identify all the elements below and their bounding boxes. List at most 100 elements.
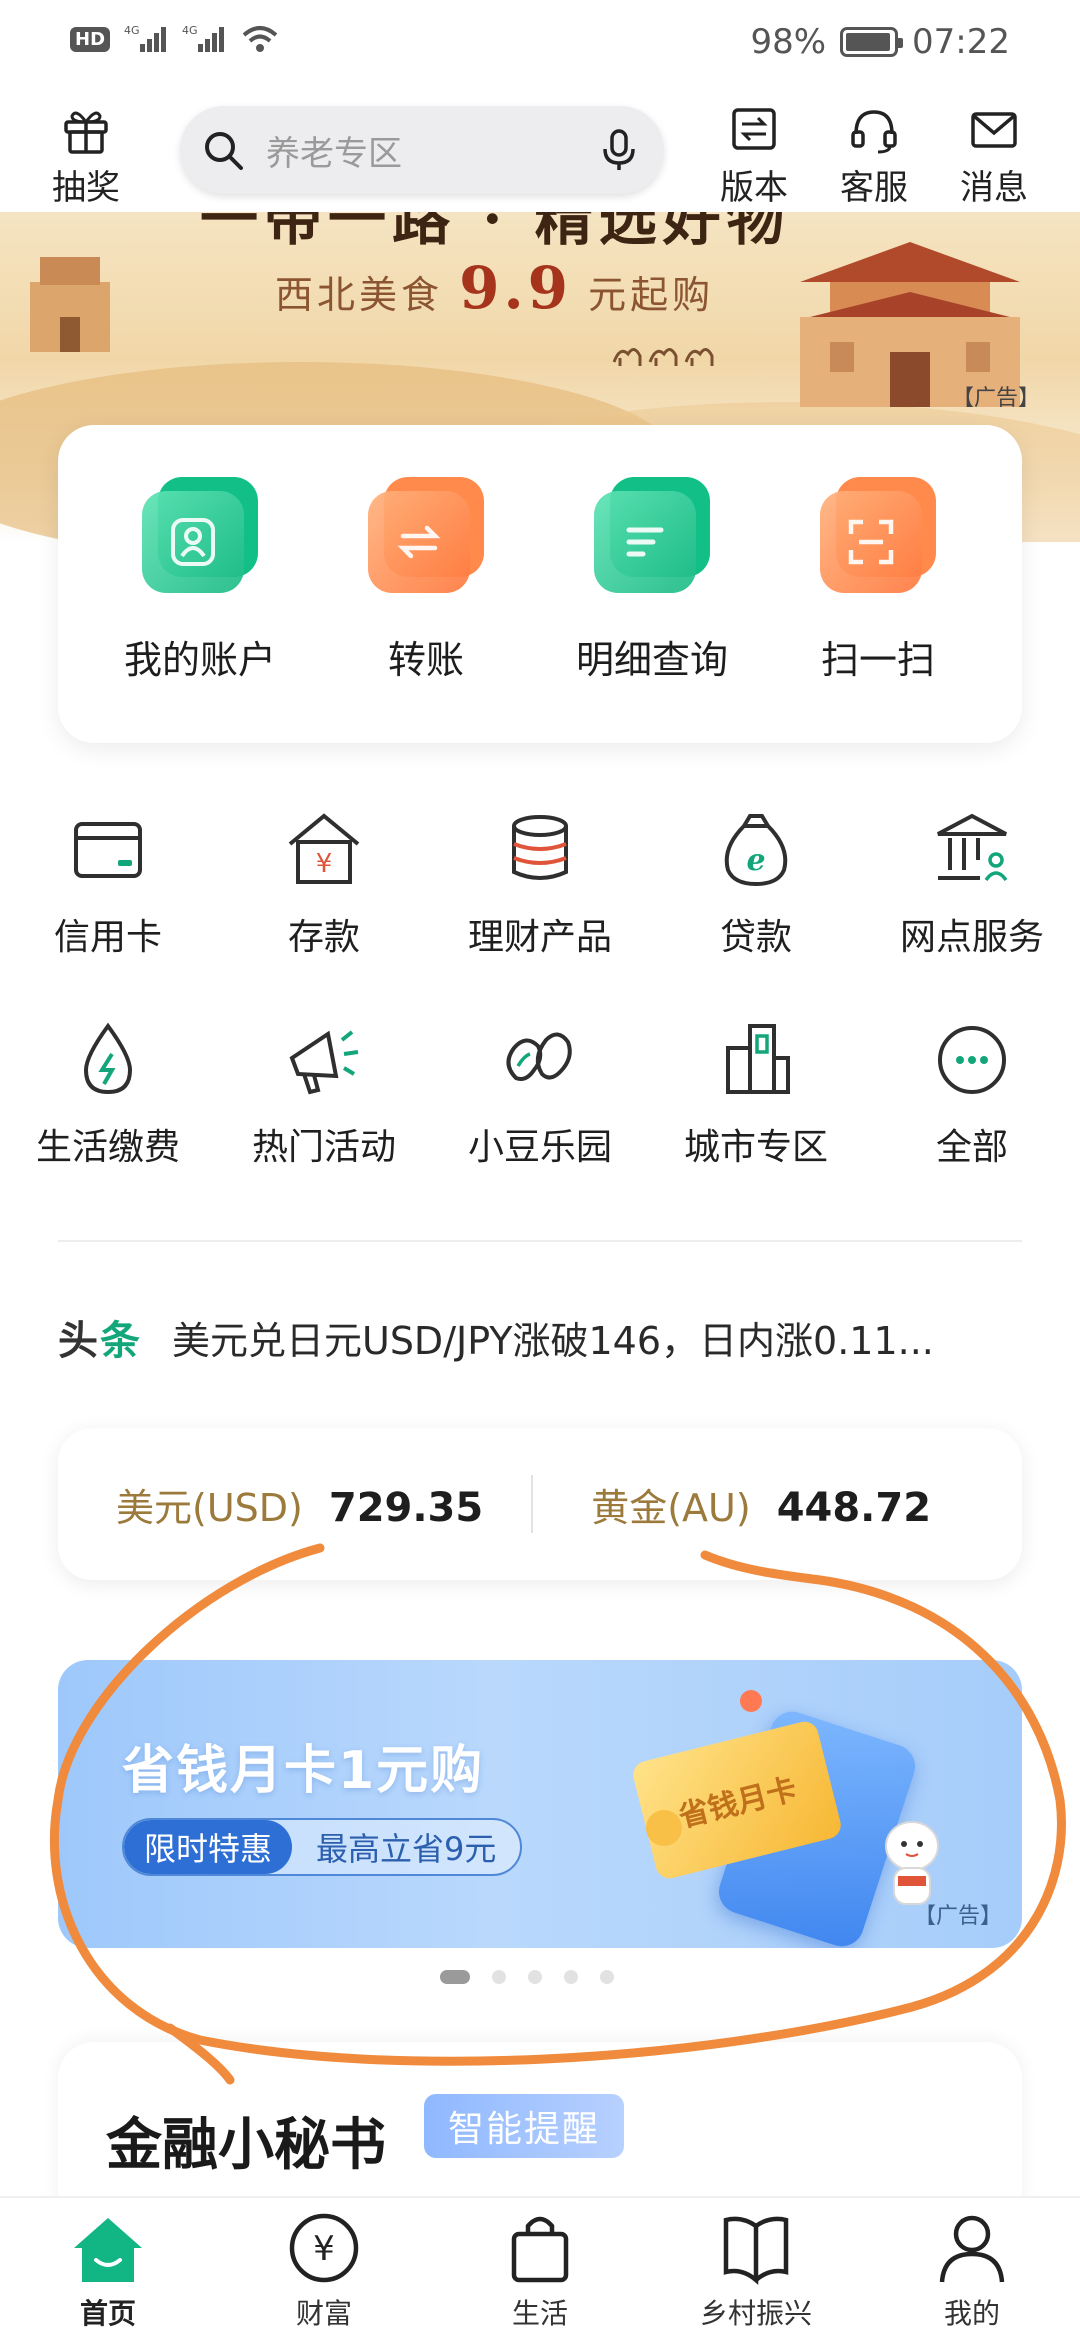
search-input[interactable]: 养老专区 xyxy=(266,126,596,175)
status-bar: HD 4G 4G 98% 07:22 xyxy=(0,0,1080,90)
search-bar[interactable]: 养老专区 xyxy=(180,106,664,194)
branch-service-button[interactable]: 网点服务 xyxy=(872,808,1072,960)
banner-title: 一带一路 · 精选好物 xyxy=(200,212,791,253)
home-icon xyxy=(74,2218,142,2282)
transfer-icon xyxy=(368,477,484,593)
nav-rural[interactable]: 乡村振兴 xyxy=(666,2208,846,2332)
loan-label: 贷款 xyxy=(719,917,792,958)
branch-service-icon xyxy=(937,813,1008,882)
carousel-indicator xyxy=(440,1970,614,1984)
all-services-button[interactable]: 全部 xyxy=(872,1018,1072,1170)
transfer-button[interactable]: 转账 xyxy=(316,477,536,684)
version-button[interactable]: 版本 xyxy=(704,90,804,212)
smart-reminder-badge[interactable]: 智能提醒 xyxy=(424,2094,625,2158)
signal-icon-2: 4G xyxy=(182,24,225,52)
gold-value: 448.72 xyxy=(776,1484,932,1531)
battery-percent: 98% xyxy=(750,22,827,62)
wealth-products-label: 理财产品 xyxy=(467,917,612,958)
profile-icon xyxy=(939,2215,1005,2283)
microphone-icon[interactable] xyxy=(596,127,642,173)
signal-icon: 4G xyxy=(124,24,167,52)
nav-mine[interactable]: 我的 xyxy=(882,2208,1062,2332)
carousel-dot[interactable] xyxy=(528,1970,542,1984)
wealth-products-icon xyxy=(512,815,568,880)
envelope-icon xyxy=(971,112,1017,148)
promo-ad-tag: 【广告】 xyxy=(913,1904,1002,1929)
beans-icon xyxy=(506,1032,572,1081)
promo-banner[interactable]: 省钱月卡1元购 限时特惠 最高立省9元 省钱月卡 【广告】 xyxy=(58,1660,1022,1948)
rates-card: 美元(USD) 729.35 黄金(AU) 448.72 xyxy=(58,1428,1022,1580)
branch-service-label: 网点服务 xyxy=(899,917,1044,958)
deposit-label: 存款 xyxy=(287,917,360,958)
headline-tag-b: 条 xyxy=(100,1318,142,1364)
bean-park-button[interactable]: 小豆乐园 xyxy=(440,1018,640,1170)
nav-wealth-label: 财富 xyxy=(295,2297,352,2330)
messages-button[interactable]: 消息 xyxy=(944,90,1044,212)
nav-home-label: 首页 xyxy=(79,2297,136,2330)
bean-park-label: 小豆乐园 xyxy=(467,1127,612,1168)
book-icon xyxy=(723,2216,789,2285)
messages-label: 消息 xyxy=(960,168,1028,208)
nav-home[interactable]: 首页 xyxy=(18,2208,198,2332)
rates-separator xyxy=(531,1475,534,1533)
secretary-title: 金融小秘书 xyxy=(106,2113,386,2178)
lottery-button[interactable]: 抽奖 xyxy=(36,90,136,212)
deposit-button[interactable]: ¥ 存款 xyxy=(224,808,424,960)
svg-text:¥: ¥ xyxy=(316,849,333,879)
carousel-dot[interactable] xyxy=(492,1970,506,1984)
carousel-dot[interactable] xyxy=(440,1970,470,1984)
loan-button[interactable]: e 贷款 xyxy=(656,808,856,960)
carousel-dot[interactable] xyxy=(600,1970,614,1984)
promo-pill: 限时特惠 最高立省9元 xyxy=(122,1818,523,1876)
city-zone-label: 城市专区 xyxy=(683,1127,828,1168)
nav-mine-label: 我的 xyxy=(943,2297,1000,2330)
headline-ticker[interactable]: 头条 美元兑日元USD/JPY涨破146，日内涨0.11... xyxy=(58,1308,1022,1366)
bottom-navigation: 首页 ¥ 财富 生活 乡村振兴 我的 xyxy=(0,2196,1080,2340)
nav-wealth[interactable]: ¥ 财富 xyxy=(234,2208,414,2332)
headline-text[interactable]: 美元兑日元USD/JPY涨破146，日内涨0.11... xyxy=(172,1310,1022,1365)
customer-service-button[interactable]: 客服 xyxy=(824,90,924,212)
utility-payment-button[interactable]: 生活缴费 xyxy=(8,1018,208,1170)
clock: 07:22 xyxy=(912,22,1010,62)
version-label: 版本 xyxy=(720,168,788,208)
usd-value: 729.35 xyxy=(328,1484,484,1531)
utility-payment-icon xyxy=(83,1022,133,1095)
camel-caravan-illustration xyxy=(612,348,714,366)
nav-life-label: 生活 xyxy=(511,2297,568,2330)
section-divider xyxy=(58,1240,1022,1242)
version-switch-icon xyxy=(732,108,776,150)
carousel-dot[interactable] xyxy=(564,1970,578,1984)
svg-text:¥: ¥ xyxy=(313,2229,335,2269)
credit-card-label: 信用卡 xyxy=(53,917,162,958)
usd-rate[interactable]: 美元(USD) 729.35 xyxy=(116,1477,483,1532)
gold-name: 黄金(AU) xyxy=(591,1485,751,1530)
wealth-products-button[interactable]: 理财产品 xyxy=(440,808,640,960)
svg-text:4G: 4G xyxy=(182,24,198,37)
city-icon xyxy=(726,1024,790,1094)
my-account-button[interactable]: 我的账户 xyxy=(90,477,310,684)
nav-life[interactable]: 生活 xyxy=(450,2208,630,2332)
credit-card-button[interactable]: 信用卡 xyxy=(8,808,208,960)
headline-tag: 头条 xyxy=(58,1308,142,1366)
hot-events-button[interactable]: 热门活动 xyxy=(224,1018,424,1170)
top-toolbar: 抽奖 养老专区 版本 客服 消息 xyxy=(0,90,1080,212)
lottery-label: 抽奖 xyxy=(52,168,120,208)
gold-rate[interactable]: 黄金(AU) 448.72 xyxy=(591,1477,931,1532)
promo-pill-save: 最高立省9元 xyxy=(316,1830,497,1868)
banner-price: 9.9 xyxy=(459,254,573,322)
banner-ad-tag: 【广告】 xyxy=(951,386,1040,411)
loan-icon: e xyxy=(724,814,788,887)
svg-text:e: e xyxy=(746,843,765,878)
banner-sub-suffix: 元起购 xyxy=(588,273,715,317)
search-icon xyxy=(205,132,243,170)
megaphone-icon xyxy=(289,1030,359,1095)
city-zone-button[interactable]: 城市专区 xyxy=(656,1018,856,1170)
hot-events-label: 热门活动 xyxy=(251,1127,396,1168)
svg-text:4G: 4G xyxy=(124,24,140,37)
promo-pill-limited: 限时特惠 xyxy=(124,1820,293,1874)
scan-button[interactable]: 扫一扫 xyxy=(768,477,988,684)
credit-card-icon xyxy=(74,822,142,878)
details-query-button[interactable]: 明细查询 xyxy=(542,477,762,684)
main-actions-card: 我的账户 转账 明细查询 扫一扫 xyxy=(58,425,1022,743)
status-left: HD 4G 4G xyxy=(70,24,280,54)
